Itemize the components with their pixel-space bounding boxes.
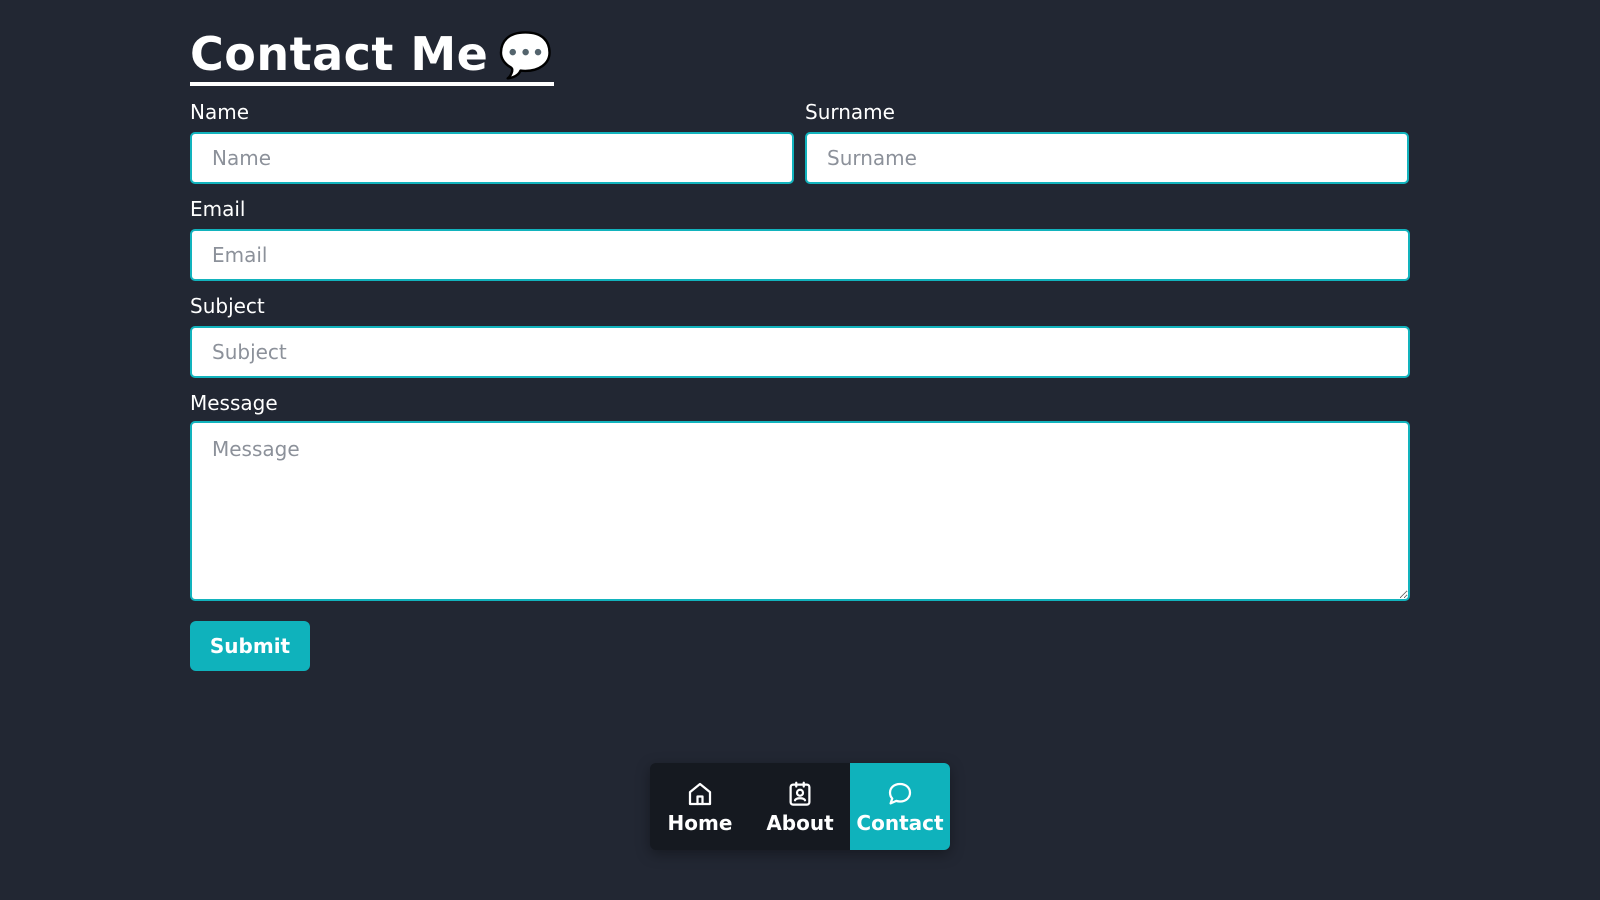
- name-row: Name Surname: [190, 100, 1410, 184]
- nav-item-about[interactable]: About: [750, 763, 850, 850]
- nav-label-contact: Contact: [856, 810, 944, 835]
- home-icon: [688, 782, 712, 805]
- bottom-nav-bar: Home About Contact: [650, 763, 950, 850]
- email-field-group: Email: [190, 197, 1410, 281]
- subject-input[interactable]: [190, 326, 1410, 378]
- message-field-group: Message: [190, 391, 1410, 601]
- contact-form: Name Surname Email Subject Message: [190, 100, 1410, 671]
- page-title-text: Contact Me: [190, 27, 489, 81]
- nav-item-contact[interactable]: Contact: [850, 763, 950, 850]
- name-field-group: Name: [190, 100, 794, 184]
- nav-label-home: Home: [667, 810, 733, 835]
- nav-label-about: About: [766, 810, 834, 835]
- surname-field-group: Surname: [805, 100, 1409, 184]
- email-input[interactable]: [190, 229, 1410, 281]
- contact-form-container: Contact Me💬 Name Surname Email Subject: [190, 0, 1410, 671]
- message-textarea[interactable]: [190, 421, 1410, 601]
- speech-bubble-emoji-icon: 💬: [498, 30, 554, 81]
- chat-bubble-icon: [888, 782, 912, 804]
- surname-input[interactable]: [805, 132, 1409, 184]
- contact-page: Contact Me💬 Name Surname Email Subject: [0, 0, 1600, 900]
- nav-item-home[interactable]: Home: [650, 763, 750, 850]
- contact-card-icon: [789, 781, 811, 806]
- surname-label: Surname: [805, 100, 895, 124]
- subject-field-group: Subject: [190, 294, 1410, 378]
- name-input[interactable]: [190, 132, 794, 184]
- subject-label: Subject: [190, 294, 265, 318]
- name-label: Name: [190, 100, 250, 124]
- message-label: Message: [190, 391, 278, 415]
- page-title: Contact Me 💬: [190, 28, 554, 86]
- submit-button[interactable]: Submit: [190, 621, 310, 671]
- email-label: Email: [190, 197, 246, 221]
